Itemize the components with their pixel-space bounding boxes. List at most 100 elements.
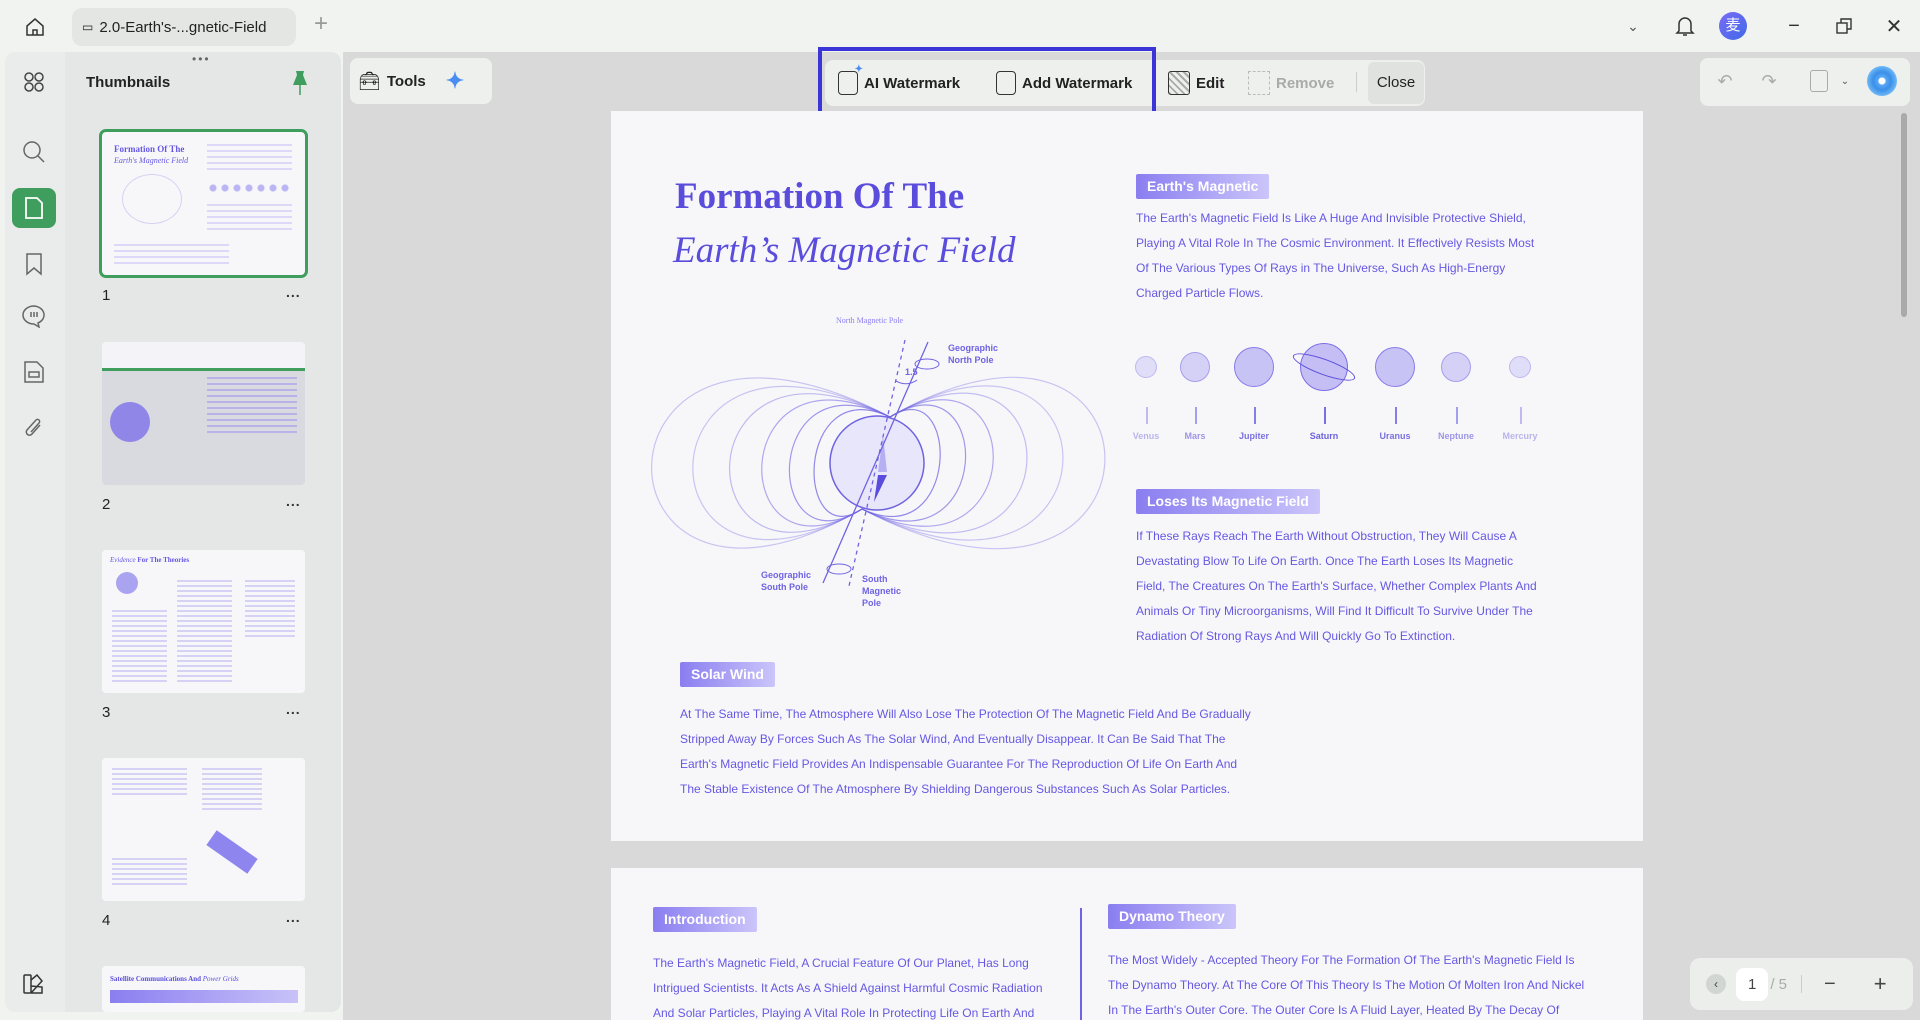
- south-magnetic-pole-label: South Magnetic Pole: [862, 574, 901, 608]
- solar-wind-badge: Solar Wind: [680, 662, 775, 687]
- toolbox-icon: 🧰︎: [358, 70, 381, 91]
- redo-icon[interactable]: ↷: [1756, 68, 1782, 94]
- remove-button[interactable]: Remove: [1240, 60, 1342, 106]
- planet-label: Saturn: [1309, 431, 1339, 441]
- thumbnail-page-3[interactable]: Evidence For The Theories: [102, 550, 305, 693]
- thumbnail-diagram: [122, 174, 182, 224]
- paragraph-line: Earth's Magnetic Field Provides An Indis…: [680, 757, 1238, 771]
- thumbnail-more-button[interactable]: ...: [286, 909, 301, 925]
- form-icon[interactable]: [12, 352, 56, 392]
- dynamo-theory-badge: Dynamo Theory: [1108, 904, 1236, 929]
- tab-title: 2.0-Earth's-...gnetic-Field: [99, 18, 267, 36]
- thumbnail-page-5[interactable]: Satellite Communications And Power Grids: [102, 966, 305, 1012]
- paragraph-line: Devastating Blow To Life On Earth. Once …: [1136, 554, 1514, 568]
- planet-label: Jupiter: [1238, 431, 1270, 441]
- home-icon[interactable]: [20, 12, 50, 42]
- geographic-south-pole-label: Geographic South Pole: [761, 570, 811, 592]
- paragraph-line: Charged Particle Flows.: [1136, 286, 1264, 300]
- zoom-in-button[interactable]: +: [1874, 971, 1887, 997]
- ai-sparkle-icon[interactable]: ✦: [446, 68, 464, 94]
- thumbnail-planets: [207, 182, 292, 194]
- thumbnail-satellite: [206, 830, 258, 874]
- thumbnail-title: Formation Of The: [114, 144, 185, 154]
- close-button[interactable]: Close: [1368, 62, 1424, 104]
- earth-magnetic-badge: Earth's Magnetic: [1136, 174, 1270, 199]
- remove-label: Remove: [1276, 74, 1335, 92]
- attachment-icon[interactable]: [12, 408, 56, 448]
- previous-page-button[interactable]: ‹: [1706, 974, 1726, 994]
- thumbnail-more-button[interactable]: ...: [286, 493, 301, 509]
- edit-button[interactable]: Edit: [1160, 60, 1232, 106]
- paragraph-line: Stripped Away By Forces Such As The Sola…: [680, 732, 1226, 746]
- thumbnail-more-button[interactable]: ...: [286, 284, 301, 300]
- thumbnail-number: 3: [102, 704, 111, 721]
- thumbnail-page-2[interactable]: [102, 342, 305, 485]
- paragraph-line: Animals Or Tiny Microorganisms, Will Fin…: [1136, 604, 1533, 618]
- planet-label: Neptune: [1438, 431, 1474, 441]
- bookmark-icon[interactable]: [12, 244, 56, 284]
- zoom-out-button[interactable]: −: [1824, 973, 1836, 996]
- chevron-down-icon[interactable]: ⌄: [1621, 14, 1645, 38]
- tools-button[interactable]: 🧰︎ Tools ✦: [350, 58, 492, 104]
- total-pages: / 5: [1770, 975, 1788, 993]
- rotation-arrow-south: [826, 563, 852, 575]
- paragraph-line: Radiation Of Strong Rays And Will Quickl…: [1136, 629, 1456, 643]
- save-icon[interactable]: [1810, 70, 1828, 92]
- apps-grid-icon[interactable]: [12, 62, 56, 102]
- planet-mercury: [1509, 356, 1531, 378]
- thumbnail-more-button[interactable]: ...: [286, 701, 301, 717]
- panel-resize-handle[interactable]: •••: [192, 52, 211, 66]
- thumbnail-page-1[interactable]: Formation Of The Earth's Magnetic Field: [99, 129, 308, 278]
- planet-label: Mercury: [1502, 431, 1538, 441]
- theme-swatch-icon[interactable]: [12, 964, 56, 1004]
- page-number-input[interactable]: 1: [1736, 967, 1769, 1001]
- ai-assistant-icon[interactable]: [1867, 66, 1897, 96]
- undo-icon[interactable]: ↶: [1712, 68, 1738, 94]
- page-title-line2: Earth’s Magnetic Field: [673, 230, 1016, 271]
- planet-label: Mars: [1184, 431, 1206, 441]
- thumbnail-number: 2: [102, 496, 111, 513]
- thumbnail-number: 4: [102, 912, 111, 929]
- thumbnail-number: 1: [102, 287, 111, 304]
- thumbnail-page-4[interactable]: [102, 758, 305, 901]
- north-magnetic-pole-label: North Magnetic Pole: [836, 316, 904, 325]
- minimize-button[interactable]: −: [1780, 12, 1808, 40]
- document-tab[interactable]: ▭ 2.0-Earth's-...gnetic-Field: [72, 8, 296, 46]
- pin-icon[interactable]: [288, 70, 312, 96]
- thumbnail-text: [207, 144, 292, 174]
- planet-uranus: [1375, 347, 1415, 387]
- bell-icon[interactable]: [1672, 12, 1698, 40]
- thumbnail-text: [112, 610, 167, 685]
- paragraph-line: The Dynamo Theory. At The Core Of This T…: [1108, 978, 1585, 992]
- paragraph-line: The Stable Existence Of The Atmosphere B…: [680, 782, 1231, 796]
- edit-label: Edit: [1196, 74, 1225, 92]
- thumbnail-text: [177, 580, 232, 685]
- chevron-down-icon[interactable]: ⌄: [1838, 72, 1852, 90]
- thumbnail-title: Satellite Communications And Power Grids: [110, 975, 239, 983]
- paragraph-line: At The Same Time, The Atmosphere Will Al…: [680, 707, 1251, 721]
- planet-mars: [1180, 352, 1210, 382]
- page-navigation: ‹ 1 / 5 − +: [1690, 958, 1913, 1010]
- earth-circle: [829, 415, 925, 511]
- avatar[interactable]: 麦: [1719, 12, 1747, 40]
- thumbnail-diagram: [116, 572, 138, 594]
- scrollbar-thumb[interactable]: [1901, 113, 1907, 317]
- comment-icon[interactable]: [12, 296, 56, 336]
- thumbnail-diagram: [110, 402, 150, 442]
- magnetic-field-diagram: 1.5 North Magnetic Pole Geographic North …: [651, 316, 1106, 608]
- thumbnails-page-icon[interactable]: [12, 188, 56, 228]
- pdf-page-1: Formation Of The Earth’s Magnetic Field …: [611, 111, 1643, 841]
- close-window-button[interactable]: ✕: [1880, 12, 1908, 40]
- search-icon[interactable]: [12, 132, 56, 172]
- restore-button[interactable]: [1830, 12, 1858, 40]
- thumbnail-text: [114, 244, 229, 268]
- planet-tick: [1254, 407, 1256, 424]
- comment-icon: ▭: [82, 20, 94, 34]
- thumbnail-text: [245, 580, 295, 640]
- new-tab-button[interactable]: +: [314, 10, 328, 38]
- paragraph-line: If These Rays Reach The Earth Without Ob…: [1136, 529, 1517, 543]
- panel-title: Thumbnails: [86, 74, 171, 91]
- thumbnail-text: [112, 858, 187, 888]
- tools-label: Tools: [386, 72, 426, 90]
- introduction-badge: Introduction: [653, 907, 757, 932]
